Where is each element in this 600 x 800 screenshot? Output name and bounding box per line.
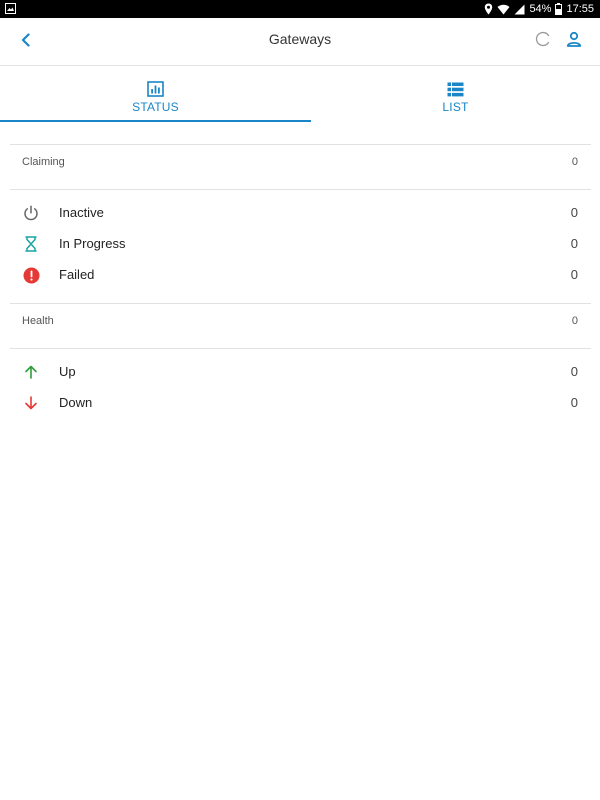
view-tabs: STATUS LIST: [0, 66, 600, 122]
tab-list-label: LIST: [442, 100, 469, 114]
battery-icon: [555, 3, 563, 15]
list-item-in-progress[interactable]: In Progress 0: [10, 232, 591, 263]
tab-status-label: STATUS: [132, 100, 179, 114]
list-item-down[interactable]: Down 0: [10, 391, 591, 422]
in-progress-label: In Progress: [59, 236, 126, 251]
location-icon: [484, 3, 493, 15]
user-icon: [566, 31, 582, 52]
list-icon: [447, 81, 464, 97]
inactive-label: Inactive: [59, 205, 104, 220]
app-bar: Gateways: [0, 18, 600, 66]
claiming-count: 0: [571, 156, 578, 168]
health-list: Up 0 Down 0: [10, 349, 591, 431]
user-profile-button[interactable]: [563, 30, 585, 52]
page-title: Gateways: [268, 31, 332, 47]
wifi-icon: [497, 4, 510, 15]
system-status-bar: 54% 17:55: [0, 0, 600, 18]
failed-count: 0: [570, 267, 578, 282]
arrow-down-icon: [22, 394, 40, 412]
list-item-up[interactable]: Up 0: [10, 360, 591, 391]
alert-circle-icon: [22, 266, 40, 284]
signal-icon: [514, 4, 525, 15]
tab-selected-indicator: [0, 120, 311, 122]
health-label: Health: [22, 315, 54, 327]
power-icon: [22, 204, 40, 222]
loading-spinner-icon: [535, 31, 551, 52]
claiming-label: Claiming: [22, 156, 65, 168]
bar-chart-icon: [147, 81, 164, 97]
claiming-section-header[interactable]: Claiming 0: [10, 145, 591, 189]
inactive-count: 0: [570, 205, 578, 220]
up-label: Up: [59, 364, 76, 379]
down-count: 0: [570, 395, 578, 410]
list-item-failed[interactable]: Failed 0: [10, 263, 591, 294]
failed-label: Failed: [59, 267, 95, 282]
claiming-list: Inactive 0 In Progress 0 Failed 0: [10, 190, 591, 303]
tab-list[interactable]: LIST: [311, 66, 600, 122]
gallery-notification-icon: [5, 3, 16, 14]
list-item-inactive[interactable]: Inactive 0: [10, 201, 591, 232]
tab-status[interactable]: STATUS: [0, 66, 311, 122]
up-count: 0: [570, 364, 578, 379]
down-label: Down: [59, 395, 93, 410]
in-progress-count: 0: [570, 236, 578, 251]
health-section-header[interactable]: Health 0: [10, 304, 591, 348]
hourglass-icon: [22, 235, 40, 253]
health-count: 0: [571, 315, 578, 327]
arrow-up-icon: [22, 363, 40, 381]
battery-percent: 54%: [529, 3, 552, 15]
refresh-button[interactable]: [532, 30, 554, 52]
clock: 17:55: [566, 3, 594, 15]
status-content: Claiming 0 Inactive 0 In Progress 0 Fail…: [10, 144, 591, 431]
